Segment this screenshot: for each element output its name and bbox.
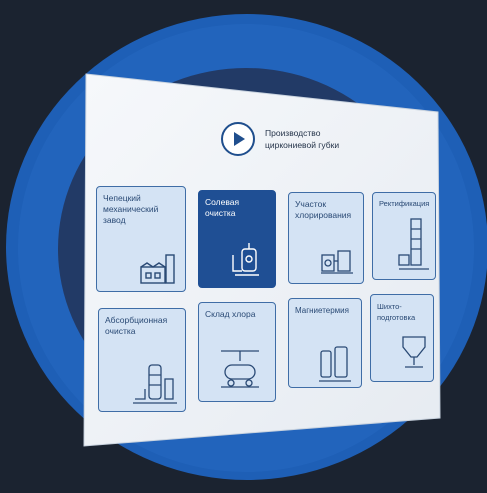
hopper-icon: [402, 336, 426, 368]
tile-label: Участок хлорирования: [295, 199, 352, 220]
reactor-icon: [232, 243, 259, 276]
chlorination-unit-icon: [321, 250, 353, 274]
tile-label: Шихто-подготовка: [377, 302, 416, 322]
tile-chlorine-storage[interactable]: Склад хлора: [198, 302, 276, 402]
furnace-icon: [319, 346, 351, 382]
tile-label: Чепецкий механический завод: [103, 193, 159, 225]
absorption-column-icon: [133, 364, 177, 404]
tile-chlorination[interactable]: Участок хлорирования: [288, 192, 364, 284]
distillation-column-icon: [398, 218, 429, 270]
header: Производство циркониевой губки: [221, 122, 355, 156]
tile-label: Абсорбционная очистка: [105, 315, 168, 336]
tile-label: Магниетермия: [295, 306, 349, 315]
chlorine-tank-icon: [221, 350, 259, 388]
tile-label: Склад хлора: [205, 309, 256, 319]
play-button[interactable]: [221, 122, 255, 156]
title-line-1: Производство: [265, 128, 321, 138]
tile-rectification[interactable]: Ректификация: [372, 192, 436, 280]
tile-chepetsk-plant[interactable]: Чепецкий механический завод: [96, 186, 186, 292]
tile-salt-purification[interactable]: Солевая очистка: [198, 190, 276, 288]
tile-magnesiothermy[interactable]: Магниетермия: [288, 298, 362, 388]
page-title: Производство циркониевой губки: [265, 127, 355, 151]
tile-absorption[interactable]: Абсорбционная очистка: [98, 308, 186, 412]
title-line-2: циркониевой губки: [265, 140, 340, 150]
factory-icon: [140, 254, 175, 284]
tile-label: Ректификация: [379, 199, 430, 208]
tile-label: Солевая очистка: [205, 197, 240, 218]
play-icon: [234, 132, 245, 146]
tile-charge-preparation[interactable]: Шихто-подготовка: [370, 294, 434, 382]
